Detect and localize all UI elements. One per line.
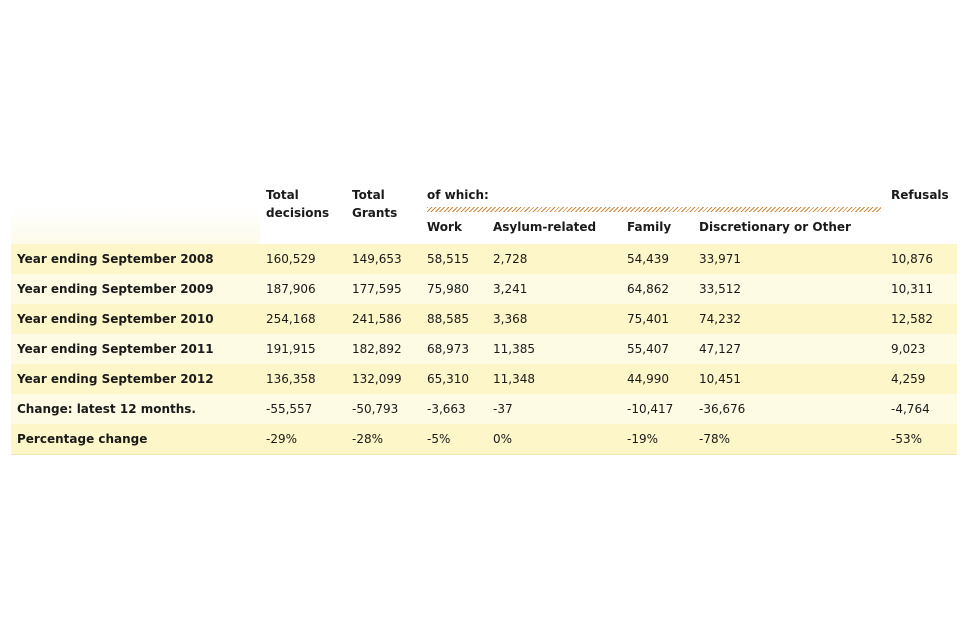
cell-family: 64,862 <box>621 274 693 304</box>
cell-grants: -50,793 <box>346 394 421 424</box>
table-row: Year ending September 2011 191,915 182,8… <box>11 334 958 364</box>
decisions-table: Total decisions Total Grants of which: R… <box>11 182 958 455</box>
table-row: Percentage change -29% -28% -5% 0% -19% … <box>11 424 958 455</box>
row-label: Year ending September 2009 <box>11 274 260 304</box>
cell-total: 191,915 <box>260 334 346 364</box>
cell-discretionary: 74,232 <box>693 304 886 334</box>
cell-discretionary: 33,512 <box>693 274 886 304</box>
cell-family: -19% <box>621 424 693 455</box>
cell-discretionary: 10,451 <box>693 364 886 394</box>
cell-refusals: -4,764 <box>885 394 958 424</box>
cell-family: 75,401 <box>621 304 693 334</box>
cell-work: 75,980 <box>421 274 487 304</box>
cell-discretionary: -78% <box>693 424 886 455</box>
cell-asylum: 11,385 <box>487 334 621 364</box>
header-of-which: of which: <box>421 182 885 214</box>
header-asylum: Asylum-related <box>493 220 597 234</box>
cell-asylum: 11,348 <box>487 364 621 394</box>
row-label: Year ending September 2011 <box>11 334 260 364</box>
cell-grants: 241,586 <box>346 304 421 334</box>
cell-total: 136,358 <box>260 364 346 394</box>
table-row: Year ending September 2008 160,529 149,6… <box>11 244 958 274</box>
row-label: Percentage change <box>11 424 260 455</box>
table-row: Change: latest 12 months. -55,557 -50,79… <box>11 394 958 424</box>
cell-total: -55,557 <box>260 394 346 424</box>
header-of-which-label: of which: <box>427 188 489 202</box>
header-refusals: Refusals <box>891 188 949 202</box>
table-row: Year ending September 2012 136,358 132,0… <box>11 364 958 394</box>
cell-family: -10,417 <box>621 394 693 424</box>
cell-grants: -28% <box>346 424 421 455</box>
cell-discretionary: 33,971 <box>693 244 886 274</box>
cell-family: 55,407 <box>621 334 693 364</box>
cell-grants: 132,099 <box>346 364 421 394</box>
table-row: Year ending September 2010 254,168 241,5… <box>11 304 958 334</box>
header-discretionary: Discretionary or Other <box>699 220 851 234</box>
row-label: Year ending September 2010 <box>11 304 260 334</box>
group-divider <box>427 207 882 212</box>
cell-grants: 182,892 <box>346 334 421 364</box>
cell-total: -29% <box>260 424 346 455</box>
cell-work: -3,663 <box>421 394 487 424</box>
cell-discretionary: -36,676 <box>693 394 886 424</box>
cell-refusals: 10,311 <box>885 274 958 304</box>
table-header: Total decisions Total Grants of which: R… <box>11 182 957 244</box>
cell-discretionary: 47,127 <box>693 334 886 364</box>
cell-refusals: 10,876 <box>885 244 958 274</box>
header-total-grants: Total Grants <box>346 182 421 244</box>
cell-family: 44,990 <box>621 364 693 394</box>
cell-grants: 149,653 <box>346 244 421 274</box>
cell-total: 187,906 <box>260 274 346 304</box>
header-blank-cell <box>11 182 260 244</box>
cell-asylum: 3,368 <box>487 304 621 334</box>
cell-total: 254,168 <box>260 304 346 334</box>
cell-refusals: 9,023 <box>885 334 958 364</box>
cell-work: 88,585 <box>421 304 487 334</box>
cell-asylum: 3,241 <box>487 274 621 304</box>
header-total-grants-line2: Grants <box>352 206 398 220</box>
cell-refusals: 12,582 <box>885 304 958 334</box>
row-label: Change: latest 12 months. <box>11 394 260 424</box>
cell-work: 68,973 <box>421 334 487 364</box>
row-label: Year ending September 2008 <box>11 244 260 274</box>
header-work: Work <box>427 220 462 234</box>
header-family: Family <box>627 220 672 234</box>
cell-family: 54,439 <box>621 244 693 274</box>
table-body: Year ending September 2008 160,529 149,6… <box>11 244 958 455</box>
table-row: Year ending September 2009 187,906 177,5… <box>11 274 958 304</box>
cell-total: 160,529 <box>260 244 346 274</box>
header-total-decisions: Total decisions <box>260 182 346 244</box>
cell-work: -5% <box>421 424 487 455</box>
cell-asylum: 0% <box>487 424 621 455</box>
cell-work: 65,310 <box>421 364 487 394</box>
header-total-decisions-line1: Total <box>266 188 299 202</box>
cell-refusals: 4,259 <box>885 364 958 394</box>
cell-asylum: 2,728 <box>487 244 621 274</box>
header-total-decisions-line2: decisions <box>266 206 330 220</box>
cell-work: 58,515 <box>421 244 487 274</box>
row-label: Year ending September 2012 <box>11 364 260 394</box>
cell-refusals: -53% <box>885 424 958 455</box>
cell-grants: 177,595 <box>346 274 421 304</box>
header-total-grants-line1: Total <box>352 188 385 202</box>
page: Total decisions Total Grants of which: R… <box>0 0 960 640</box>
cell-asylum: -37 <box>487 394 621 424</box>
